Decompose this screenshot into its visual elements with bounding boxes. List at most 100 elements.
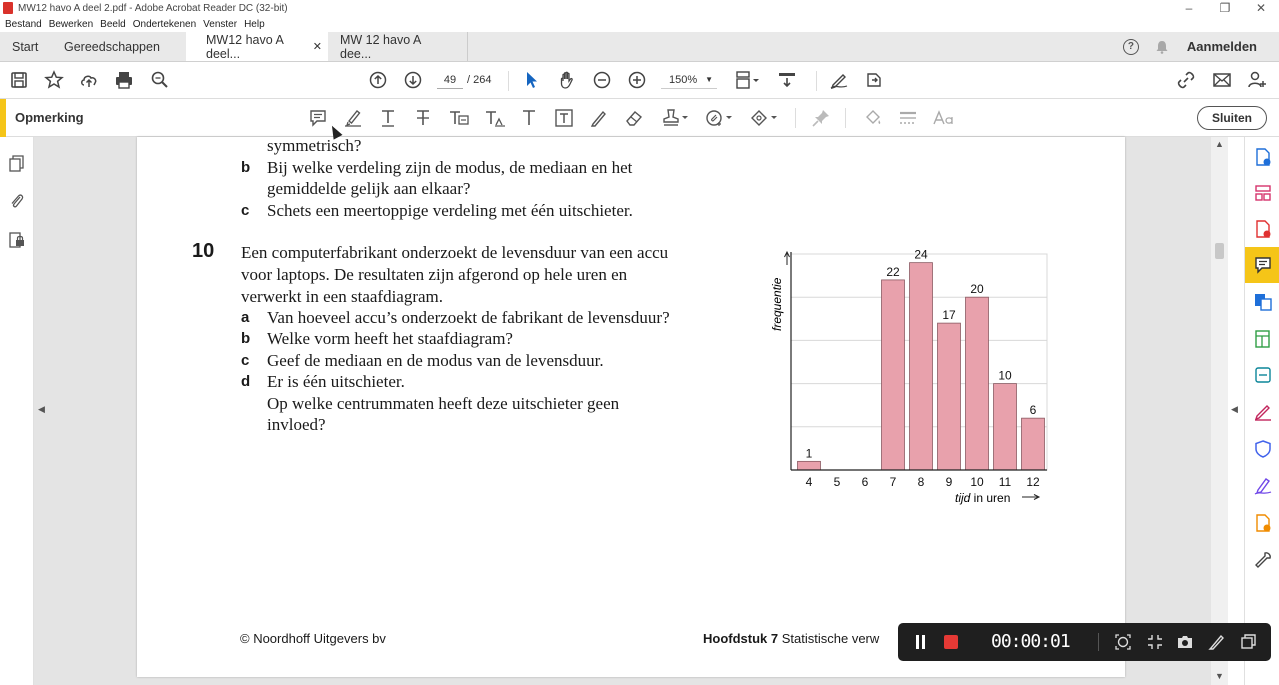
restore-button[interactable]: ❐ (1207, 0, 1243, 16)
more-tools-icon[interactable] (1253, 550, 1273, 570)
tab-start[interactable]: Start (0, 32, 52, 61)
eraser-icon[interactable] (624, 108, 644, 128)
scroll-up-icon[interactable]: ▲ (1215, 139, 1224, 149)
bar-chart: 1 4 5 6 22 7 24 8 17 9 20 10 10 11 6 12 frequentie tijd… (770, 248, 1048, 505)
collapse-left-panel-icon[interactable]: ◀ (38, 404, 45, 415)
recorder-divider (1098, 633, 1099, 651)
chart-y-axis-label: frequentie (770, 277, 784, 331)
add-user-icon[interactable] (1247, 70, 1267, 90)
scrollbar-thumb[interactable] (1215, 243, 1224, 259)
edit-signature-icon[interactable] (1253, 402, 1273, 422)
attachment-paperclip-icon[interactable] (8, 192, 26, 210)
tab-close-icon[interactable]: ✕ (313, 40, 322, 53)
attach-file-icon[interactable] (705, 108, 733, 128)
export-pdf-icon[interactable] (1253, 147, 1273, 167)
sign-pen-icon[interactable] (829, 70, 849, 90)
publisher-footer: © Noordhoff Uitgevers bv (240, 631, 386, 646)
zoom-out-icon[interactable] (592, 70, 612, 90)
signin-button[interactable]: Aanmelden (1187, 39, 1257, 54)
tab-document-1[interactable]: MW12 havo A deel... ✕ (186, 32, 328, 61)
replace-text-icon[interactable] (448, 108, 470, 128)
chart-data-label: 20 (970, 282, 984, 296)
page-layout-icon[interactable] (735, 70, 761, 90)
menu-bewerken[interactable]: Bewerken (49, 19, 93, 30)
chart-data-label: 10 (998, 369, 1012, 383)
comment-tool-label: Opmerking (15, 110, 84, 125)
comment-accent-bar (0, 99, 6, 137)
zoom-in-icon[interactable] (627, 70, 647, 90)
convert-pdf-icon[interactable] (1253, 292, 1273, 312)
organize-pages-icon[interactable] (1253, 183, 1273, 203)
close-window-button[interactable]: ✕ (1243, 0, 1279, 16)
item-letter: b (241, 330, 251, 347)
menu-help[interactable]: Help (244, 19, 265, 30)
fill-sign-pen-icon[interactable] (1253, 476, 1273, 496)
export-excel-icon[interactable] (1253, 329, 1273, 349)
vertical-scrollbar[interactable]: ▲ ▼ (1211, 137, 1228, 685)
stamp-icon[interactable] (661, 108, 689, 128)
close-comment-button[interactable]: Sluiten (1197, 106, 1267, 130)
item-letter: c (241, 202, 250, 219)
help-icon[interactable]: ? (1122, 38, 1139, 55)
pencil-draw-icon[interactable] (589, 108, 609, 128)
next-page-icon[interactable] (403, 70, 423, 90)
recording-timer: 00:00:01 (991, 631, 1071, 652)
webcam-icon[interactable] (1114, 633, 1132, 651)
menu-venster[interactable]: Venster (203, 19, 237, 30)
scroll-mode-icon[interactable] (777, 70, 797, 90)
highlight-icon[interactable] (343, 108, 363, 128)
send-for-signature-icon[interactable] (1253, 513, 1273, 533)
cloud-upload-icon[interactable] (79, 70, 99, 90)
chart-tick-label: 6 (862, 475, 869, 489)
title-bar: MW12 havo A deel 2.pdf - Adobe Acrobat R… (0, 0, 1279, 16)
camera-snapshot-icon[interactable] (1176, 633, 1194, 651)
underline-text-icon[interactable] (378, 108, 398, 128)
chart-data-label: 24 (914, 248, 928, 262)
previous-page-icon[interactable] (368, 70, 388, 90)
chart-tick-label: 5 (834, 475, 841, 489)
chart-bar (1021, 417, 1045, 471)
page-number-input[interactable]: 49 (437, 71, 463, 89)
chart-tick-label: 12 (1026, 475, 1040, 489)
strikethrough-text-icon[interactable] (413, 108, 433, 128)
menu-ondertekenen[interactable]: Ondertekenen (133, 19, 196, 30)
print-icon[interactable] (114, 70, 134, 90)
chart-tick-label: 10 (970, 475, 984, 489)
create-pdf-icon[interactable] (1253, 219, 1273, 239)
insert-text-icon[interactable] (484, 108, 506, 128)
zoom-search-icon[interactable] (150, 70, 170, 90)
menu-beeld[interactable]: Beeld (100, 19, 126, 30)
bookmark-star-icon[interactable] (44, 70, 64, 90)
menu-bar: Bestand Bewerken Beeld Ondertekenen Vens… (0, 16, 267, 32)
security-lock-icon[interactable] (8, 231, 26, 249)
save-icon[interactable] (9, 70, 29, 90)
collapse-right-panel-icon[interactable]: ◀ (1231, 404, 1238, 415)
tab-document-2[interactable]: MW 12 havo A dee... (328, 32, 468, 61)
chart-bar (965, 296, 989, 471)
shrink-icon[interactable] (1146, 633, 1164, 651)
sticky-note-icon[interactable] (308, 108, 328, 128)
scroll-down-icon[interactable]: ▼ (1215, 671, 1224, 681)
email-icon[interactable] (1212, 70, 1232, 90)
pause-recording-icon[interactable] (916, 635, 919, 649)
hand-tool-icon[interactable] (557, 70, 577, 90)
share-link-icon[interactable] (1176, 70, 1196, 90)
shapes-icon[interactable] (750, 108, 778, 128)
tab-tools[interactable]: Gereedschappen (52, 32, 186, 61)
minimize-button[interactable]: – (1171, 0, 1207, 16)
text-box-icon[interactable] (554, 108, 574, 128)
add-text-icon[interactable] (519, 108, 539, 128)
chart-x-axis-label: tijd in uren (955, 491, 1010, 505)
fill-sign-icon[interactable] (864, 70, 884, 90)
protect-shield-icon[interactable] (1253, 439, 1273, 459)
draw-pen-icon[interactable] (1208, 633, 1226, 651)
comment-tool-icon[interactable] (1253, 255, 1273, 275)
minimize-recorder-icon[interactable] (1239, 633, 1257, 651)
page-thumbnails-icon[interactable] (8, 155, 26, 173)
scan-ocr-icon[interactable] (1253, 365, 1273, 385)
select-cursor-icon[interactable] (522, 70, 542, 90)
menu-bestand[interactable]: Bestand (5, 19, 42, 30)
zoom-level-select[interactable]: 150% ▼ (661, 71, 717, 89)
notification-bell-icon[interactable] (1155, 40, 1169, 54)
stop-recording-icon[interactable] (944, 635, 958, 649)
